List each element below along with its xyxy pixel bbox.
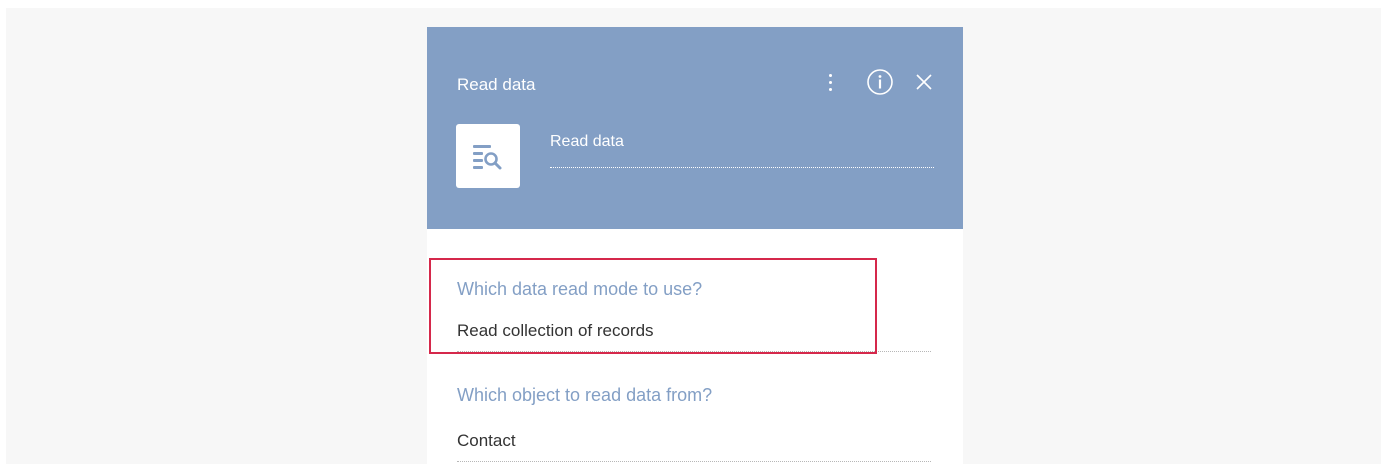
element-settings-panel: Read data Read data Which data read mode… <box>427 27 963 467</box>
read-data-icon <box>473 145 502 170</box>
close-icon <box>916 74 932 90</box>
info-button[interactable] <box>864 67 896 97</box>
panel-header: Read data Read data <box>427 27 963 229</box>
more-options-button[interactable] <box>823 67 837 97</box>
highlight-box <box>429 258 877 354</box>
object-value: Contact <box>457 431 516 450</box>
more-vertical-icon <box>828 73 832 91</box>
object-label: Which object to read data from? <box>457 385 713 405</box>
element-icon-tile <box>456 124 520 188</box>
close-button[interactable] <box>911 67 937 97</box>
element-name-value: Read data <box>550 133 624 150</box>
info-icon <box>867 69 893 95</box>
object-field[interactable]: Contact <box>457 425 931 462</box>
element-name-field[interactable]: Read data <box>550 127 934 168</box>
panel-title: Read data <box>457 75 536 94</box>
